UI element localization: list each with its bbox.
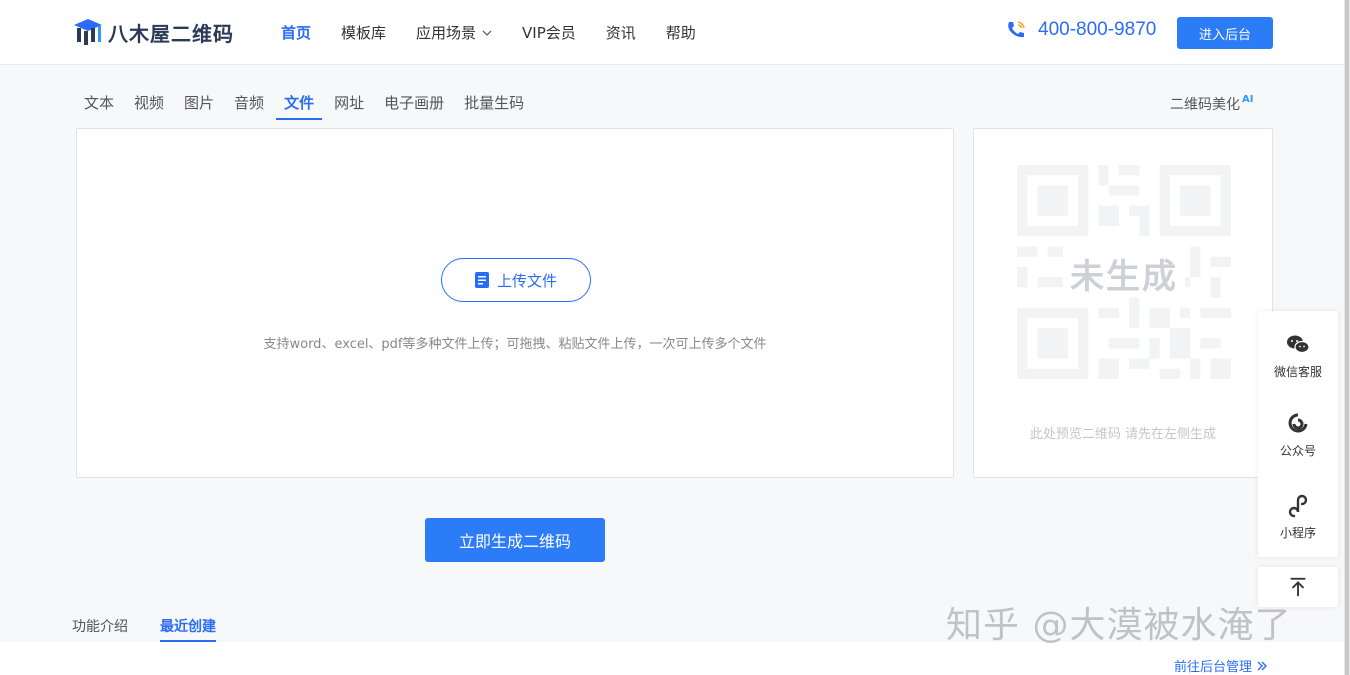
side-item-mini-program[interactable]: 小程序 <box>1258 494 1338 541</box>
phone-icon <box>1008 21 1025 38</box>
nav-item-scenarios[interactable]: 应用场景 <box>416 22 492 43</box>
qr-preview-panel: 未生成 此处预览二维码 请先在左侧生成 <box>973 128 1273 478</box>
wechat-icon <box>1287 335 1310 354</box>
nav-label: VIP会员 <box>522 24 576 42</box>
tab-ebook[interactable]: 电子画册 <box>376 86 452 120</box>
back-to-top-icon <box>1290 577 1306 597</box>
go-to-admin-link[interactable]: 前往后台管理 <box>1174 656 1268 675</box>
tab-video[interactable]: 视频 <box>126 86 172 120</box>
enter-admin-button[interactable]: 进入后台 <box>1177 17 1273 49</box>
tab-audio[interactable]: 音频 <box>226 86 272 120</box>
nav-item-home[interactable]: 首页 <box>281 22 311 43</box>
phone-contact: 400-800-9870 <box>1004 18 1156 42</box>
scrollbar[interactable] <box>1344 0 1350 675</box>
tab-file[interactable]: 文件 <box>276 86 323 120</box>
upload-button-label: 上传文件 <box>496 271 557 290</box>
preview-hint: 此处预览二维码 请先在左侧生成 <box>1029 427 1217 442</box>
side-item-label: 微信客服 <box>1273 365 1322 379</box>
scrollbar-thumb[interactable] <box>1345 0 1349 675</box>
main-nav: 首页 模板库 应用场景 VIP会员 资讯 帮助 <box>281 0 726 65</box>
side-float-bar: 微信客服 公众号 小程序 <box>1258 311 1338 557</box>
nav-label: 资讯 <box>605 24 636 42</box>
tab-recent-created[interactable]: 最近创建 <box>160 610 216 642</box>
upload-hint: 支持word、excel、pdf等多种文件上传；可拖拽、粘贴文件上传，一次可上传… <box>263 337 767 352</box>
ai-badge: AI <box>1242 94 1254 105</box>
logo-text: 八木屋二维码 <box>108 21 234 46</box>
page: 八木屋二维码 首页 模板库 应用场景 VIP会员 资讯 帮助 400-800-9… <box>0 0 1350 675</box>
tab-batch[interactable]: 批量生码 <box>456 86 532 120</box>
side-item-label: 公众号 <box>1279 444 1316 458</box>
nav-label: 模板库 <box>341 24 387 42</box>
nav-item-help[interactable]: 帮助 <box>666 22 696 43</box>
top-header: 八木屋二维码 首页 模板库 应用场景 VIP会员 资讯 帮助 400-800-9… <box>0 0 1350 65</box>
generate-qr-button[interactable]: 立即生成二维码 <box>425 518 605 562</box>
tab-text[interactable]: 文本 <box>76 86 122 120</box>
qr-status-text: 未生成 <box>1070 257 1178 297</box>
official-account-icon <box>1288 413 1308 433</box>
nav-label: 应用场景 <box>416 24 477 42</box>
logo-mark-icon <box>74 19 102 45</box>
chevron-down-icon <box>482 30 492 36</box>
upload-dropzone[interactable]: 上传文件 支持word、excel、pdf等多种文件上传；可拖拽、粘贴文件上传，… <box>76 128 954 478</box>
manage-link-label: 前往后台管理 <box>1174 660 1253 675</box>
nav-label: 帮助 <box>665 24 696 42</box>
document-icon <box>474 272 489 288</box>
nav-item-vip[interactable]: VIP会员 <box>522 22 576 43</box>
phone-number: 400-800-9870 <box>1038 19 1157 40</box>
qr-beautify-link[interactable]: 二维码美化 AI <box>1170 94 1253 114</box>
double-chevron-right-icon <box>1257 661 1268 670</box>
logo[interactable]: 八木屋二维码 <box>72 16 234 48</box>
upload-file-button[interactable]: 上传文件 <box>441 258 591 302</box>
tab-image[interactable]: 图片 <box>176 86 222 120</box>
nav-label: 首页 <box>281 24 312 42</box>
nav-item-templates[interactable]: 模板库 <box>341 22 386 43</box>
side-item-wechat-service[interactable]: 微信客服 <box>1258 333 1338 380</box>
nav-item-news[interactable]: 资讯 <box>606 22 636 43</box>
side-item-label: 小程序 <box>1279 526 1316 540</box>
tab-feature-intro[interactable]: 功能介绍 <box>72 610 128 642</box>
info-tabs: 功能介绍 最近创建 <box>72 610 248 642</box>
qr-type-tabs: 文本 视频 图片 音频 文件 网址 电子画册 批量生码 <box>76 86 536 120</box>
tab-url[interactable]: 网址 <box>326 86 372 120</box>
watermark: 知乎 @大漠被水淹了 <box>946 605 1292 646</box>
mini-program-icon <box>1288 494 1308 518</box>
beautify-label: 二维码美化 <box>1170 97 1240 113</box>
side-item-official-account[interactable]: 公众号 <box>1258 412 1338 459</box>
